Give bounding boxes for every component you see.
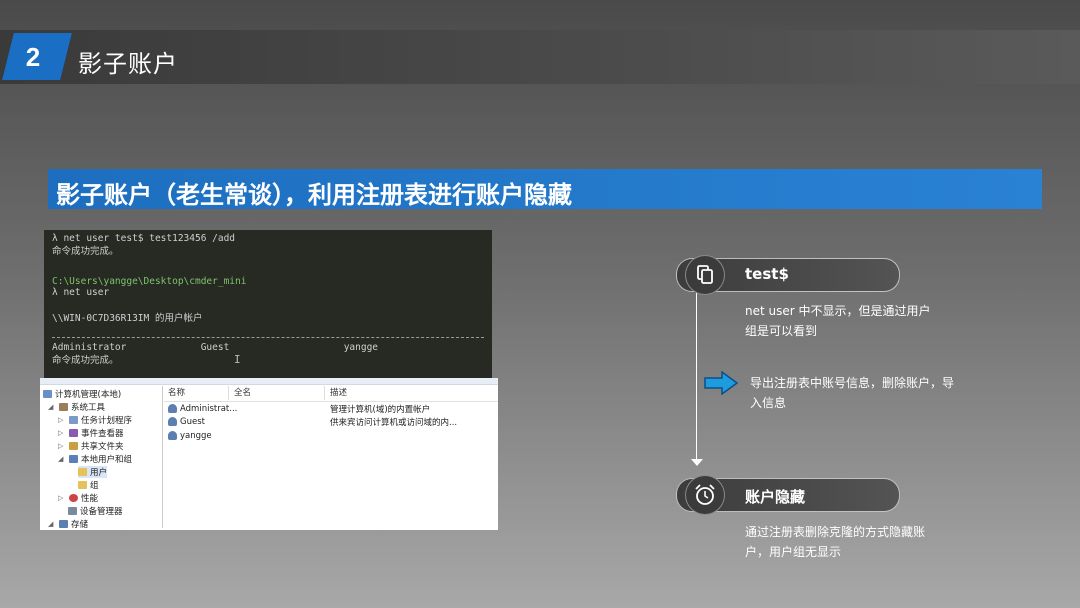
tree-item-task-scheduler[interactable]: ▷ 任务计划程序 xyxy=(58,414,132,426)
clipboard-copy-icon xyxy=(697,265,713,284)
column-header-description[interactable]: 描述 xyxy=(326,386,490,400)
computer-management-window: 计算机管理(本地) ◢ 系统工具 ▷ 任务计划程序 ▷ 事件查看器 ▷ 共享文件夹 ◢ 本… xyxy=(40,378,498,530)
expand-arrow-icon[interactable]: ▷ xyxy=(58,494,66,502)
row-description: 供来宾访问计算机或访问域的内... xyxy=(330,418,458,428)
users-list-pane: 名称 全名 描述 Administrat... 管理计算机(域)的内置帐户 Gu… xyxy=(164,386,498,528)
headline-text: 影子账户（老生常谈），利用注册表进行账户隐藏 xyxy=(56,181,572,209)
terminal-separator xyxy=(52,337,484,338)
terminal-screenshot: λ net user test$ test123456 /add 命令成功完成。… xyxy=(44,230,492,378)
headline-banner: 影子账户（老生常谈），利用注册表进行账户隐藏 xyxy=(48,169,1042,209)
tree-item-performance[interactable]: ▷ 性能 xyxy=(58,492,98,504)
tools-icon xyxy=(59,403,68,411)
expand-arrow-icon[interactable]: ▷ xyxy=(58,442,66,450)
user-icon xyxy=(168,417,177,426)
flow-arrow-head-icon xyxy=(691,459,703,466)
shared-folder-icon xyxy=(69,442,78,450)
middle-description: 导出注册表中账号信息，删除账户，导 入信息 xyxy=(750,376,955,410)
computer-icon xyxy=(43,390,52,398)
tree-item-event-viewer[interactable]: ▷ 事件查看器 xyxy=(58,427,124,439)
tree-item-storage[interactable]: ◢ 存储 xyxy=(48,518,88,530)
table-row[interactable]: Guest xyxy=(168,415,205,428)
tree-item-users[interactable]: 用户 xyxy=(78,466,108,478)
window-toolbar xyxy=(40,378,498,385)
tree-item-groups[interactable]: 组 xyxy=(78,479,99,491)
step2-icon-circle xyxy=(685,475,725,515)
table-row[interactable]: Administrat... xyxy=(168,402,237,415)
clock-icon xyxy=(69,416,78,424)
table-row[interactable]: yangge xyxy=(168,429,212,442)
column-header-name[interactable]: 名称 xyxy=(164,386,229,400)
step2-description: 通过注册表删除克隆的方式隐藏账 户，用户组无显示 xyxy=(745,525,926,559)
collapse-arrow-icon[interactable]: ◢ xyxy=(58,455,66,463)
terminal-line: 命令成功完成。 xyxy=(52,246,119,257)
step1-label: test$ xyxy=(745,265,789,283)
performance-icon xyxy=(69,494,78,502)
tree-item-local-users-groups[interactable]: ◢ 本地用户和组 xyxy=(58,453,132,465)
alarm-clock-icon xyxy=(695,484,715,505)
folder-icon xyxy=(78,481,87,489)
column-header-fullname[interactable]: 全名 xyxy=(230,386,325,400)
step1-description: net user 中不显示，但是通过用户 组是可以看到 xyxy=(745,304,931,338)
user-icon xyxy=(168,431,177,440)
tree-item-device-manager[interactable]: 设备管理器 xyxy=(68,505,123,517)
event-log-icon xyxy=(69,429,78,437)
tree-item-shared-folders[interactable]: ▷ 共享文件夹 xyxy=(58,440,124,452)
terminal-line: C:\Users\yangge\Desktop\cmder_mini xyxy=(52,276,247,287)
right-arrow-icon xyxy=(704,371,738,395)
step1-icon-circle xyxy=(685,255,725,295)
user-icon xyxy=(168,404,177,413)
storage-icon xyxy=(59,520,68,528)
terminal-line: \\WIN-0C7D36R13IM 的用户帐户 xyxy=(52,313,203,324)
tree-item-system-tools[interactable]: ◢ 系统工具 xyxy=(48,401,105,413)
slide-number: 2 xyxy=(25,42,41,72)
collapse-arrow-icon[interactable]: ◢ xyxy=(48,403,56,411)
tree-pane: 计算机管理(本地) ◢ 系统工具 ▷ 任务计划程序 ▷ 事件查看器 ▷ 共享文件夹 ◢ 本… xyxy=(40,386,163,530)
device-manager-icon xyxy=(68,507,77,515)
terminal-line: λ net user xyxy=(52,287,110,298)
folder-icon xyxy=(78,468,87,476)
flow-connector-line xyxy=(696,292,697,464)
expand-arrow-icon[interactable]: ▷ xyxy=(58,429,66,437)
expand-arrow-icon[interactable]: ▷ xyxy=(58,416,66,424)
step2-label: 账户隐藏 xyxy=(745,488,806,506)
section-title: 影子账户 xyxy=(78,50,178,78)
text-cursor-icon: I xyxy=(234,353,241,366)
tree-item-computer-management[interactable]: 计算机管理(本地) xyxy=(43,388,121,400)
row-description: 管理计算机(域)的内置帐户 xyxy=(330,405,431,415)
terminal-line: 命令成功完成。 xyxy=(52,355,119,366)
users-icon xyxy=(69,455,78,463)
collapse-arrow-icon[interactable]: ◢ xyxy=(48,520,56,528)
